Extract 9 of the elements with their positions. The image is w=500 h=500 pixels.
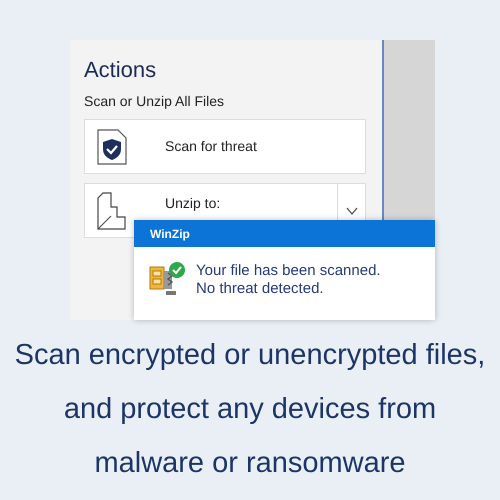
scan-button[interactable]: Scan for threat xyxy=(84,119,366,174)
document-icon xyxy=(97,192,127,230)
section-heading: Scan or Unzip All Files xyxy=(84,92,226,110)
panel-title: Actions xyxy=(84,56,158,84)
caption: Scan encrypted or unencrypted files, and protect any devices from malware or ransomware xyxy=(14,338,486,481)
shield-document-icon xyxy=(97,128,127,164)
chevron-down-icon xyxy=(346,206,358,214)
dialog-message: Your file has been scanned. xyxy=(196,262,381,280)
dialog-message: No threat detected. xyxy=(196,280,325,298)
